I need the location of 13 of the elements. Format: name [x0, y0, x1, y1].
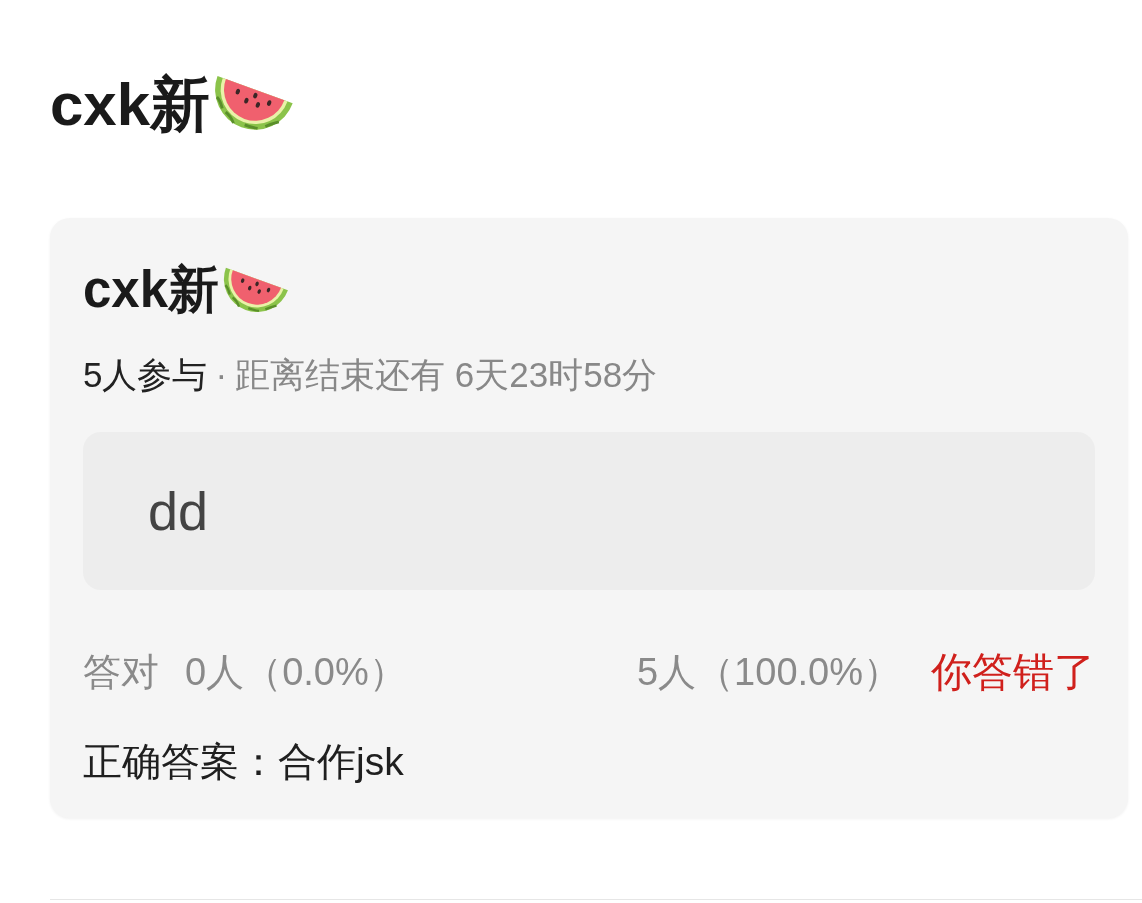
countdown-text: 距离结束还有 6天23时58分: [235, 354, 658, 396]
wrong-count: 5人（100.0%）: [637, 650, 901, 695]
watermelon-icon: [223, 267, 290, 313]
correct-answer-text: 正确答案：合作jsk: [83, 739, 404, 785]
correct-label: 答对: [83, 650, 159, 695]
separator-dot: ·: [215, 354, 228, 396]
poll-option[interactable]: dd: [83, 432, 1095, 590]
participants-count: 5人参与: [83, 354, 208, 396]
watermelon-icon: [214, 75, 295, 131]
correct-count: 0人（0.0%）: [185, 650, 407, 695]
page-title: cxk新: [50, 70, 211, 140]
wrong-answer-verdict: 你答错了: [931, 648, 1095, 697]
poll-title: cxk新: [83, 260, 220, 320]
